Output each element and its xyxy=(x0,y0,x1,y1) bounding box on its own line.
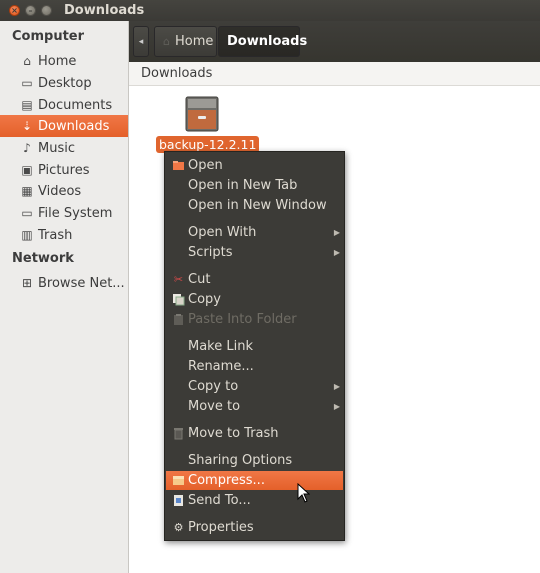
cut-icon: ✂ xyxy=(173,273,184,286)
menu-item-rename[interactable]: Rename... xyxy=(166,357,343,376)
sidebar-item-downloads[interactable]: ⇣ Downloads xyxy=(0,115,128,137)
sidebar-item-browse-network[interactable]: ⊞ Browse Net... xyxy=(0,272,128,294)
sidebar-item-file-system[interactable]: ▭ File System xyxy=(0,202,128,224)
sidebar-item-pictures[interactable]: ▣ Pictures xyxy=(0,159,128,181)
send-to-icon xyxy=(172,494,185,507)
breadcrumb-home-label: Home xyxy=(174,34,214,49)
downloads-icon: ⇣ xyxy=(21,119,33,133)
menu-item-cut[interactable]: ✂ Cut xyxy=(166,270,343,289)
menu-item-copy[interactable]: Copy xyxy=(166,290,343,309)
menu-item-properties[interactable]: ⚙ Properties xyxy=(166,518,343,537)
pictures-icon: ▣ xyxy=(21,163,33,177)
open-folder-icon xyxy=(172,159,185,172)
properties-icon: ⚙ xyxy=(173,521,184,534)
home-icon: ⌂ xyxy=(23,54,31,68)
menu-item-copy-to[interactable]: Copy to ▶ xyxy=(166,377,343,396)
menu-item-paste-into-folder: Paste Into Folder xyxy=(166,310,343,329)
trash-icon xyxy=(172,427,185,440)
menu-item-open-in-new-window[interactable]: Open in New Window xyxy=(166,196,343,215)
breadcrumb-current-label: Downloads xyxy=(227,34,308,49)
sidebar-item-label: Home xyxy=(38,53,77,69)
submenu-arrow-icon: ▶ xyxy=(333,402,340,411)
sidebar-item-label: Downloads xyxy=(38,118,110,134)
location-label: Downloads xyxy=(129,62,540,86)
sidebar-item-music[interactable]: ♪ Music xyxy=(0,137,128,159)
minimize-icon: – xyxy=(28,5,33,15)
documents-icon: ▤ xyxy=(21,98,33,112)
videos-icon: ▦ xyxy=(21,184,33,198)
sidebar-heading-network: Network xyxy=(12,251,74,266)
menu-item-send-to[interactable]: Send To... xyxy=(166,491,343,510)
sidebar-item-documents[interactable]: ▤ Documents xyxy=(0,94,128,116)
menu-item-make-link[interactable]: Make Link xyxy=(166,337,343,356)
chevron-left-icon: ◂ xyxy=(138,36,144,47)
sidebar-item-label: File System xyxy=(38,205,113,221)
sidebar-item-trash[interactable]: ▥ Trash xyxy=(0,224,128,246)
menu-item-open[interactable]: Open xyxy=(166,156,343,175)
sidebar: Computer ⌂ Home ▭ Desktop ▤ Documents ⇣ … xyxy=(0,21,129,573)
sidebar-item-label: Music xyxy=(38,140,75,156)
submenu-arrow-icon: ▶ xyxy=(333,228,340,237)
paste-icon xyxy=(172,313,185,326)
home-icon: ⌂ xyxy=(163,35,170,48)
submenu-arrow-icon: ▶ xyxy=(333,248,340,257)
context-menu: Open Open in New Tab Open in New Window … xyxy=(164,151,345,541)
menu-item-open-in-new-tab[interactable]: Open in New Tab xyxy=(166,176,343,195)
breadcrumb-downloads[interactable]: Downloads xyxy=(218,26,307,57)
sidebar-item-label: Trash xyxy=(38,227,73,243)
network-icon: ⊞ xyxy=(21,276,33,290)
menu-item-move-to[interactable]: Move to ▶ xyxy=(166,397,343,416)
sidebar-heading-computer: Computer xyxy=(12,29,85,44)
mouse-pointer-icon xyxy=(297,483,310,503)
sidebar-item-label: Browse Net... xyxy=(38,275,125,291)
sidebar-item-label: Desktop xyxy=(38,75,92,91)
sidebar-item-label: Pictures xyxy=(38,162,90,178)
breadcrumb-home[interactable]: ⌂ Home xyxy=(154,26,217,57)
menu-item-open-with[interactable]: Open With ▶ xyxy=(166,223,343,242)
sidebar-item-label: Videos xyxy=(38,183,82,199)
submenu-arrow-icon: ▶ xyxy=(333,382,340,391)
sidebar-item-videos[interactable]: ▦ Videos xyxy=(0,180,128,202)
menu-item-move-to-trash[interactable]: Move to Trash xyxy=(166,424,343,443)
menu-item-sharing-options[interactable]: Sharing Options xyxy=(166,451,343,470)
title-bar: × – Downloads xyxy=(0,0,540,21)
window-title: Downloads xyxy=(64,3,145,18)
sidebar-item-label: Documents xyxy=(38,97,113,113)
sidebar-item-desktop[interactable]: ▭ Desktop xyxy=(0,72,128,94)
filesystem-icon: ▭ xyxy=(21,206,33,220)
sidebar-item-home[interactable]: ⌂ Home xyxy=(0,50,128,72)
maximize-window-button[interactable] xyxy=(41,5,52,16)
menu-item-scripts[interactable]: Scripts ▶ xyxy=(166,243,343,262)
copy-icon xyxy=(172,293,185,306)
minimize-window-button[interactable]: – xyxy=(25,5,36,16)
path-bar: ◂ ⌂ Home Downloads xyxy=(129,21,540,62)
close-window-button[interactable]: × xyxy=(9,5,20,16)
menu-item-compress[interactable]: Compress... xyxy=(166,471,343,490)
archive-icon[interactable] xyxy=(183,95,221,133)
music-icon: ♪ xyxy=(23,141,31,155)
back-button[interactable]: ◂ xyxy=(133,26,149,57)
trash-icon: ▥ xyxy=(21,228,33,242)
archive-icon xyxy=(172,474,185,487)
close-icon: × xyxy=(11,5,18,15)
desktop-icon: ▭ xyxy=(21,76,33,90)
